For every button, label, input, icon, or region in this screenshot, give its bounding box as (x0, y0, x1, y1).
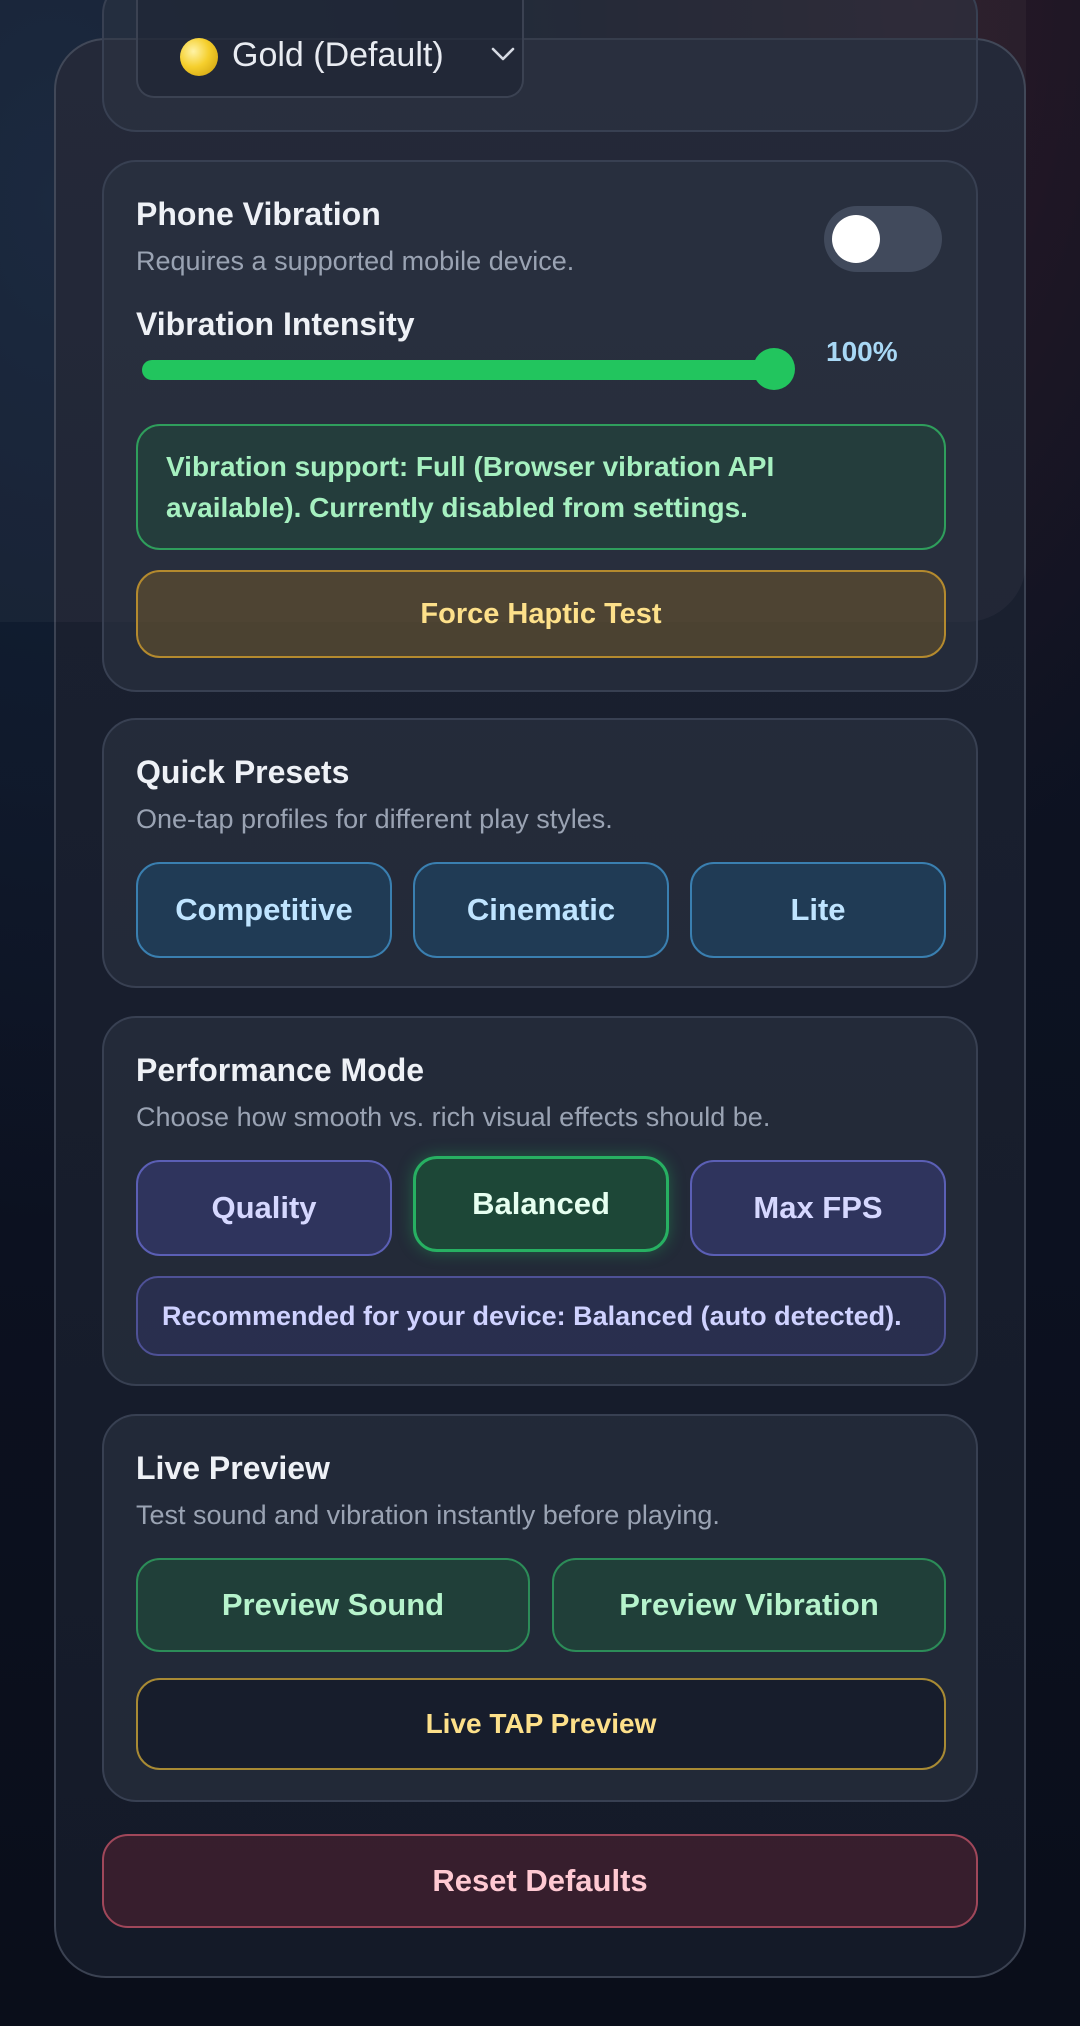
vibration-status: Vibration support: Full (Browser vibrati… (136, 424, 946, 550)
intensity-slider-track[interactable] (142, 360, 792, 380)
presets-title: Quick Presets (136, 754, 350, 790)
preset-lite-button[interactable]: Lite (690, 862, 946, 958)
presets-description: One-tap profiles for different play styl… (136, 804, 613, 834)
preview-vibration-button[interactable]: Preview Vibration (552, 1558, 946, 1652)
live-preview-title: Live Preview (136, 1450, 330, 1486)
mode-balanced-button[interactable]: Balanced (413, 1156, 669, 1252)
live-preview-card: Live Preview Test sound and vibration in… (102, 1414, 978, 1802)
intensity-label: Vibration Intensity (136, 306, 415, 342)
performance-title: Performance Mode (136, 1052, 425, 1088)
intensity-slider-thumb[interactable] (753, 348, 795, 390)
vibration-toggle[interactable] (824, 206, 942, 272)
chevron-down-icon (491, 47, 515, 61)
gold-dot-icon (180, 38, 218, 76)
vibration-title: Phone Vibration (136, 196, 381, 232)
live-tap-preview-button[interactable]: Live TAP Preview (136, 1678, 946, 1770)
reset-defaults-button[interactable]: Reset Defaults (102, 1834, 978, 1928)
color-select[interactable]: Gold (Default) (136, 0, 524, 98)
preset-cinematic-button[interactable]: Cinematic (413, 862, 669, 958)
vibration-card: Phone Vibration Requires a supported mob… (102, 160, 978, 692)
color-select-value: Gold (Default) (232, 36, 444, 74)
preview-sound-button[interactable]: Preview Sound (136, 1558, 530, 1652)
color-card: Gold (Default) (102, 0, 978, 132)
preset-competitive-button[interactable]: Competitive (136, 862, 392, 958)
intensity-value: 100% (826, 336, 898, 367)
vibration-description: Requires a supported mobile device. (136, 246, 575, 276)
performance-recommendation: Recommended for your device: Balanced (a… (136, 1276, 946, 1356)
quick-presets-card: Quick Presets One-tap profiles for diffe… (102, 718, 978, 988)
mode-quality-button[interactable]: Quality (136, 1160, 392, 1256)
toggle-knob (832, 215, 880, 263)
force-haptic-test-button[interactable]: Force Haptic Test (136, 570, 946, 658)
live-preview-description: Test sound and vibration instantly befor… (136, 1500, 720, 1530)
intensity-slider-fill (142, 360, 782, 380)
mode-max-fps-button[interactable]: Max FPS (690, 1160, 946, 1256)
performance-card: Performance Mode Choose how smooth vs. r… (102, 1016, 978, 1386)
performance-description: Choose how smooth vs. rich visual effect… (136, 1102, 771, 1132)
